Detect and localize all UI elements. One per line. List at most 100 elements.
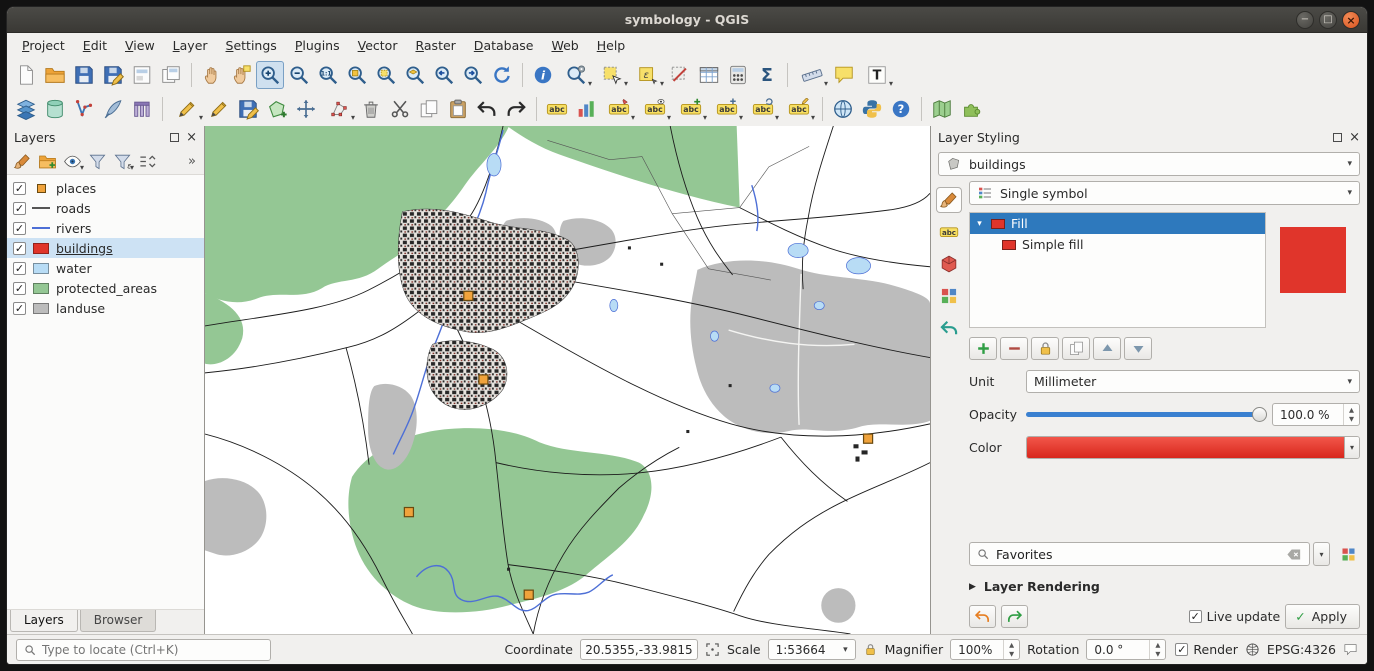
menu-plugins[interactable]: Plugins [286,35,349,56]
show-hide-labels-button[interactable]: ▾ [673,95,708,123]
layer-item-places[interactable]: ✓places [7,178,204,198]
spin-arrows[interactable]: ▲▼ [1343,404,1359,425]
render-control[interactable]: ✓ Render [1175,642,1238,657]
unit-combo[interactable]: Millimeter ▾ [1026,370,1360,393]
text-annotation-button[interactable]: ▾ [859,61,894,89]
menu-database[interactable]: Database [465,35,543,56]
new-project-button[interactable] [12,61,40,89]
zoom-to-layer-button[interactable] [401,61,429,89]
field-calculator-button[interactable] [724,61,752,89]
save-layer-edits-button[interactable] [234,95,262,123]
layer-item-water[interactable]: ✓water [7,258,204,278]
zoom-full-button[interactable] [343,61,371,89]
zoom-next-button[interactable] [459,61,487,89]
layer-item-roads[interactable]: ✓roads [7,198,204,218]
locate-input[interactable] [42,643,264,657]
deselect-features-button[interactable] [666,61,694,89]
move-feature-button[interactable] [292,95,320,123]
change-label-button[interactable]: ▾ [781,95,816,123]
map-tips-button[interactable] [830,61,858,89]
favorites-dropdown-button[interactable]: ▾ [1313,542,1330,566]
minimize-button[interactable]: − [1296,11,1314,29]
open-attribute-table-button[interactable] [695,61,723,89]
redo-button[interactable] [502,95,530,123]
copy-features-button[interactable] [415,95,443,123]
apply-button[interactable]: ✓ Apply [1285,604,1360,629]
delete-selected-button[interactable] [357,95,385,123]
history-tab[interactable] [937,316,961,340]
open-data-source-manager-button[interactable] [12,95,40,123]
coordinate-box[interactable]: 20.5355,-33.9815 [580,639,698,660]
locate-bar[interactable] [16,639,271,661]
layer-item-buildings[interactable]: ✓buildings [7,238,204,258]
pin-labels-button[interactable]: ▾ [601,95,636,123]
close-panel-icon[interactable]: × [1349,131,1360,144]
statistical-summary-button[interactable] [753,61,781,89]
add-polygon-feature-button[interactable] [263,95,291,123]
toolbar-overflow-icon[interactable]: » [188,154,201,169]
move-symbol-down-button[interactable] [1124,337,1152,360]
save-project-as-button[interactable] [99,61,127,89]
save-project-button[interactable] [70,61,98,89]
select-features-button[interactable]: ▾ [594,61,629,89]
layer-checkbox[interactable]: ✓ [13,242,26,255]
render-checkbox[interactable]: ✓ [1175,643,1188,656]
new-virtual-layer-button[interactable] [128,95,156,123]
metasearch-button[interactable] [829,95,857,123]
opacity-spinbox[interactable]: 100.0 % ▲▼ [1272,403,1360,426]
tab-layers[interactable]: Layers [10,610,78,632]
osm-place-search-button[interactable] [928,95,956,123]
new-shapefile-layer-button[interactable] [70,95,98,123]
map-canvas[interactable] [204,126,931,634]
rotation-spinbox[interactable]: 0.0 ° ▲▼ [1086,639,1166,660]
layer-checkbox[interactable]: ✓ [13,302,26,315]
tab-browser[interactable]: Browser [80,610,157,632]
live-update-control[interactable]: ✓ Live update [1189,609,1281,624]
close-panel-icon[interactable]: × [186,131,197,144]
undo-button[interactable] [473,95,501,123]
rotate-label-button[interactable]: ▾ [745,95,780,123]
new-print-layout-button[interactable] [128,61,156,89]
pan-to-selection-button[interactable] [227,61,255,89]
vertex-tool-button[interactable]: ▾ [321,95,356,123]
highlight-pinned-labels-button[interactable]: ▾ [637,95,672,123]
color-dropdown[interactable]: ▾ [1344,437,1359,458]
help-contents-button[interactable] [887,95,915,123]
symbol-tree-item-simple-fill[interactable]: Simple fill [970,234,1265,255]
layer-item-rivers[interactable]: ✓rivers [7,218,204,238]
add-group-button[interactable] [35,149,60,173]
remove-symbol-layer-button[interactable] [1000,337,1028,360]
layer-labeling-options-button[interactable] [543,95,571,123]
layer-checkbox[interactable]: ✓ [13,182,26,195]
symbology-tab[interactable] [937,188,961,212]
style-manager-button[interactable] [1336,543,1360,566]
show-layout-manager-button[interactable] [157,61,185,89]
zoom-last-button[interactable] [430,61,458,89]
slider-handle[interactable] [1252,407,1267,422]
extents-icon[interactable] [705,642,720,657]
add-symbol-layer-button[interactable] [969,337,997,360]
select-by-expression-button[interactable]: ▾ [630,61,665,89]
layer-item-landuse[interactable]: ✓landuse [7,298,204,318]
symbol-search-box[interactable] [969,542,1310,566]
menu-raster[interactable]: Raster [406,35,464,56]
layer-rendering-section[interactable]: ▶ Layer Rendering [969,579,1360,594]
menu-edit[interactable]: Edit [74,35,116,56]
plugin-tool-button[interactable] [957,95,985,123]
menu-view[interactable]: View [116,35,164,56]
toggle-editing-button[interactable] [205,95,233,123]
layer-checkbox[interactable]: ✓ [13,222,26,235]
menu-layer[interactable]: Layer [164,35,217,56]
current-edits-button[interactable]: ▾ [169,95,204,123]
filter-legend-by-expression-button[interactable]: ▾ [110,149,135,173]
view-3d-tab[interactable] [937,252,961,276]
identify-features-button[interactable] [529,61,557,89]
renderer-combo[interactable]: Single symbol ▾ [969,181,1360,205]
new-geopackage-layer-button[interactable] [41,95,69,123]
live-update-checkbox[interactable]: ✓ [1189,610,1202,623]
magnifier-spinbox[interactable]: 100% ▲▼ [950,639,1020,660]
color-button[interactable]: ▾ [1026,436,1360,459]
move-symbol-up-button[interactable] [1093,337,1121,360]
symbol-tree-item-fill[interactable]: ▾ Fill [970,213,1265,234]
menu-vector[interactable]: Vector [349,35,407,56]
